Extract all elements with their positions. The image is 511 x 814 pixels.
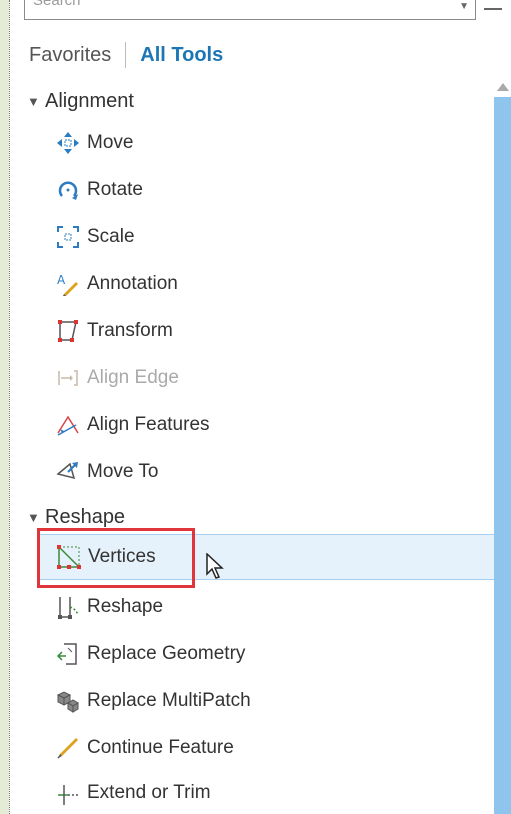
tool-label: Move bbox=[87, 132, 134, 153]
scroll-up-icon[interactable] bbox=[497, 83, 509, 91]
tool-move[interactable]: Move bbox=[54, 126, 133, 160]
tool-continue-feature[interactable]: Continue Feature bbox=[54, 731, 234, 765]
tool-label: Extend or Trim bbox=[87, 782, 211, 803]
rotate-icon bbox=[54, 176, 82, 204]
tool-label: Reshape bbox=[87, 596, 164, 617]
tool-label: Scale bbox=[87, 226, 135, 247]
chevron-down-icon: ▼ bbox=[27, 509, 40, 525]
align-edge-icon bbox=[54, 364, 82, 392]
replace-multipatch-icon bbox=[54, 687, 82, 715]
replace-geometry-icon bbox=[54, 640, 82, 668]
tool-label: Rotate bbox=[87, 179, 143, 200]
tool-label: Align Edge bbox=[87, 367, 179, 388]
mouse-pointer-icon bbox=[206, 553, 224, 579]
tool-tabs: Favorites All Tools bbox=[29, 40, 223, 70]
tool-label: Transform bbox=[87, 320, 173, 341]
group-reshape[interactable]: ▼ Reshape bbox=[27, 502, 125, 532]
tool-scale[interactable]: Scale bbox=[54, 220, 135, 254]
chevron-down-icon: ▼ bbox=[27, 93, 40, 109]
tab-favorites[interactable]: Favorites bbox=[29, 44, 111, 67]
tool-align-edge: Align Edge bbox=[54, 361, 179, 395]
tool-align-features[interactable]: Align Features bbox=[54, 408, 210, 442]
transform-icon bbox=[54, 317, 82, 345]
extend-trim-icon bbox=[54, 779, 82, 807]
search-placeholder: Search bbox=[33, 0, 81, 9]
group-label: Reshape bbox=[45, 505, 126, 528]
tool-reshape[interactable]: Reshape bbox=[54, 590, 163, 624]
scale-icon bbox=[54, 223, 82, 251]
tool-transform[interactable]: Transform bbox=[54, 314, 173, 348]
continue-feature-icon bbox=[54, 734, 82, 762]
group-label: Alignment bbox=[45, 89, 134, 112]
reshape-icon bbox=[54, 593, 82, 621]
tool-annotation[interactable]: A Annotation bbox=[54, 267, 178, 301]
vertices-icon bbox=[55, 543, 83, 571]
tool-label: Continue Feature bbox=[87, 737, 234, 758]
move-icon bbox=[54, 129, 82, 157]
search-input[interactable]: Search ▼ bbox=[24, 0, 476, 20]
align-features-icon bbox=[54, 411, 82, 439]
tool-extend-or-trim[interactable]: Extend or Trim bbox=[54, 776, 211, 810]
move-to-icon bbox=[54, 458, 82, 486]
tool-vertices[interactable]: Vertices bbox=[37, 534, 499, 580]
tool-replace-geometry[interactable]: Replace Geometry bbox=[54, 637, 245, 671]
menu-icon[interactable] bbox=[484, 0, 502, 10]
group-alignment[interactable]: ▼ Alignment bbox=[27, 86, 134, 116]
tool-label: Align Features bbox=[87, 414, 210, 435]
tool-label: Move To bbox=[87, 461, 159, 482]
tool-label: Vertices bbox=[88, 546, 156, 567]
tool-label: Annotation bbox=[87, 273, 178, 294]
scrollbar[interactable] bbox=[494, 83, 511, 814]
tab-all-tools[interactable]: All Tools bbox=[140, 44, 223, 67]
tab-divider bbox=[125, 42, 127, 68]
tool-replace-multipatch[interactable]: Replace MultiPatch bbox=[54, 684, 251, 718]
chevron-down-icon[interactable]: ▼ bbox=[459, 0, 469, 17]
tool-rotate[interactable]: Rotate bbox=[54, 173, 143, 207]
tool-label: Replace Geometry bbox=[87, 643, 246, 664]
tool-move-to[interactable]: Move To bbox=[54, 455, 158, 489]
tool-label: Replace MultiPatch bbox=[87, 690, 251, 711]
annotation-icon: A bbox=[54, 270, 82, 298]
modify-features-pane: Search ▼ Favorites All Tools ▼ Alignment… bbox=[9, 0, 511, 814]
svg-text:A: A bbox=[57, 273, 66, 287]
scroll-thumb[interactable] bbox=[494, 97, 511, 814]
